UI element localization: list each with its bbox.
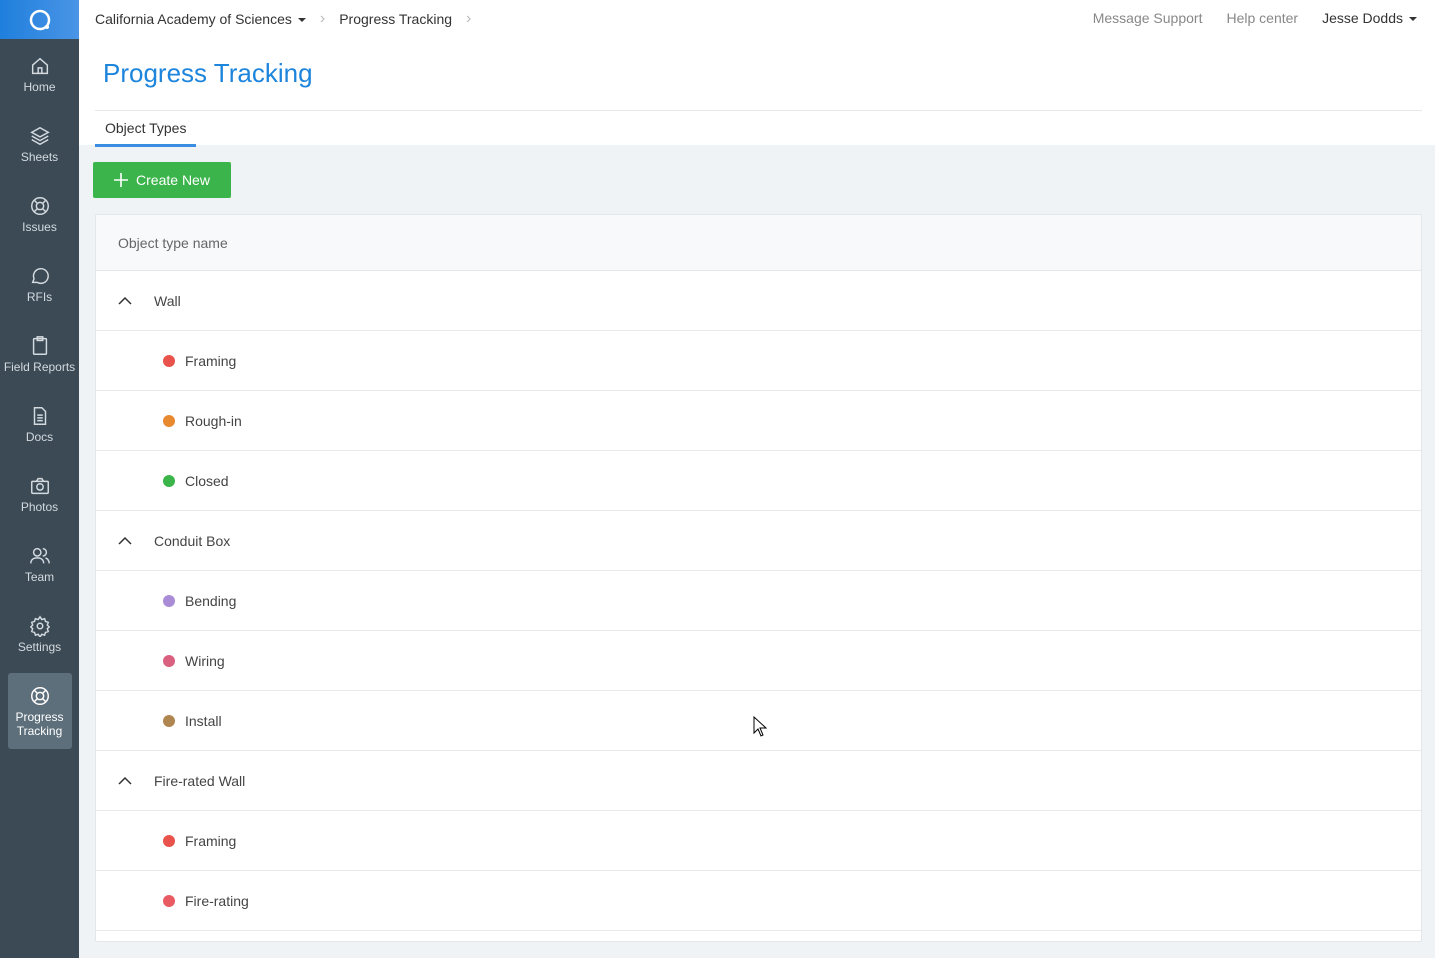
status-name: Rough-in [185,412,242,429]
sidebar-item-team[interactable]: Team [0,529,79,599]
group-row[interactable]: Conduit Box [96,511,1421,571]
sidebar-item-docs[interactable]: Docs [0,389,79,459]
camera-icon [30,477,49,494]
sidebar-item-label: Home [23,79,56,94]
mouse-cursor-icon [753,716,767,737]
status-color-dot [163,654,175,667]
sidebar-item-label: Progress Tracking [15,709,64,738]
sidebar-item-sheets[interactable]: Sheets [0,109,79,179]
home-icon [31,57,48,74]
status-row[interactable]: Framing [96,331,1421,391]
status-row[interactable]: Framing [96,811,1421,871]
object-types-table: Object type name Wall Framing Rough-in Clos… [95,214,1422,942]
sidebar-item-label: RFIs [26,289,53,304]
help-center-link[interactable]: Help center [1226,10,1298,26]
status-row[interactable]: Wiring [96,631,1421,691]
logo-icon [29,9,50,30]
chevron-up-icon[interactable] [118,776,132,785]
breadcrumb-current[interactable]: Progress Tracking [339,11,452,27]
sidebar-item-progress-tracking[interactable]: Progress Tracking [7,673,72,749]
status-name: Fire-rating [185,892,249,909]
project-name: California Academy of Sciences [95,11,292,27]
header: California Academy of Sciences › Progres… [79,0,1435,147]
chevron-right-icon: › [466,10,472,27]
chat-icon [31,267,49,284]
sidebar-item-field-reports[interactable]: Field Reports [0,319,79,389]
status-color-dot [163,354,175,367]
group-name: Conduit Box [154,532,231,549]
chevron-right-icon: › [319,10,326,27]
sidebar-item-home[interactable]: Home [0,39,79,109]
sidebar-item-rfis[interactable]: RFIs [0,249,79,319]
page-title: Progress Tracking [103,58,313,88]
breadcrumb: California Academy of Sciences › Progres… [95,10,471,28]
app-logo[interactable] [0,0,79,39]
caret-down-icon [1409,17,1417,22]
layers-icon [29,126,50,145]
document-icon [33,406,46,425]
status-name: Closed [185,472,229,489]
user-menu[interactable]: Jesse Dodds [1322,10,1417,26]
chevron-up-icon[interactable] [118,536,132,545]
create-new-label: Create New [136,172,210,188]
tab-object-types[interactable]: Object Types [95,120,197,147]
gear-icon [29,615,50,637]
sidebar-item-label: Settings [17,639,62,654]
status-color-dot [163,894,175,907]
lifebuoy-icon [30,196,49,215]
sidebar-item-label: Team [24,569,55,584]
sidebar-item-label: Photos [20,499,59,514]
sidebar-item-issues[interactable]: Issues [0,179,79,249]
status-row[interactable]: Bending [96,571,1421,631]
sidebar-item-label: Sheets [20,149,59,164]
create-new-button[interactable]: Create New [93,162,231,198]
divider [95,110,1422,111]
group-row[interactable]: Wall [96,271,1421,331]
caret-down-icon [297,18,306,23]
status-row[interactable]: Closed [96,451,1421,511]
team-icon [29,547,50,563]
plus-icon [114,173,129,187]
status-row[interactable]: Rough-in [96,391,1421,451]
status-name: Bending [185,592,237,609]
group-row[interactable]: Fire-rated Wall [96,751,1421,811]
sidebar-item-settings[interactable]: Settings [0,599,79,669]
status-name: Framing [185,352,237,369]
status-row[interactable]: Fire-rating [96,871,1421,931]
column-header: Object type name [96,215,1421,271]
status-name: Install [185,712,222,729]
sidebar-item-label: Issues [22,219,57,234]
status-name: Wiring [185,652,225,669]
clipboard-icon [32,335,47,355]
user-name: Jesse Dodds [1322,10,1403,26]
project-selector[interactable]: California Academy of Sciences [95,11,306,27]
lifebuoy-icon [30,686,49,705]
sidebar: Home Sheets Issues RFIs Field Reports Docs Pho… [0,0,79,958]
status-color-dot [163,714,175,727]
status-color-dot [163,474,175,487]
status-color-dot [163,834,175,847]
group-name: Fire-rated Wall [154,772,246,789]
status-color-dot [163,414,175,427]
sidebar-item-label: Docs [25,429,54,444]
group-name: Wall [154,292,181,309]
message-support-link[interactable]: Message Support [1093,10,1203,26]
sidebar-item-photos[interactable]: Photos [0,459,79,529]
sidebar-item-label: Field Reports [3,359,76,374]
status-color-dot [163,594,175,607]
status-name: Framing [185,832,237,849]
chevron-up-icon[interactable] [118,296,132,305]
